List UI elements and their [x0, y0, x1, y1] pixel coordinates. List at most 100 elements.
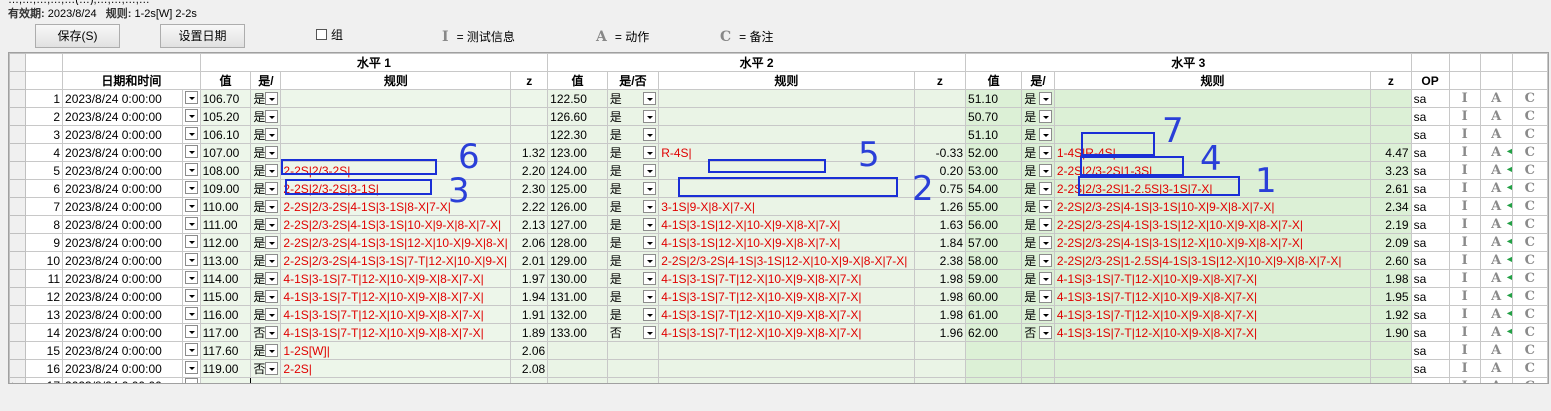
chevron-down-icon[interactable] [643, 146, 657, 159]
action-icon[interactable]: A [1491, 307, 1501, 322]
yesno-cell-2[interactable]: 是 [606, 197, 660, 216]
value-cell-1[interactable]: 112.00 [199, 233, 252, 252]
yesno-select-1[interactable]: 是 [253, 127, 279, 143]
info-icon-cell[interactable]: I [1448, 251, 1481, 270]
rule-cell-2[interactable]: 4-1S|3-1S|12-X|10-X|9-X|8-X|7-X| [658, 215, 915, 234]
op-cell[interactable]: sa [1410, 359, 1450, 378]
op-cell[interactable]: sa [1410, 323, 1450, 342]
chevron-down-icon[interactable] [265, 308, 279, 321]
col-yesno-2[interactable]: 是/否 [606, 71, 660, 90]
datetime-cell[interactable]: 2023/8/24 0:00:00 [62, 341, 183, 360]
yesno-select-2[interactable]: 是 [610, 289, 657, 305]
chevron-down-icon[interactable] [184, 198, 198, 212]
op-cell[interactable]: sa [1410, 233, 1450, 252]
op-cell[interactable]: sa [1410, 197, 1450, 216]
value-cell-1[interactable]: 114.00 [199, 269, 252, 288]
comment-icon[interactable]: C [1525, 235, 1535, 250]
yesno-select-1[interactable]: 否 [253, 361, 279, 377]
chevron-down-icon[interactable] [265, 254, 279, 267]
chevron-down-icon[interactable] [265, 218, 279, 231]
chevron-down-icon[interactable] [643, 128, 657, 141]
value-cell-2[interactable] [547, 341, 608, 360]
table-row[interactable]: 12 2023/8/24 0:00:00 115.00 是 4-1S|3-1S|7-T|… [9, 287, 1548, 306]
rule-cell-1[interactable]: 4-1S|3-1S|7-T|12-X|10-X|9-X|8-X|7-X| [280, 323, 512, 342]
rule-cell-1[interactable]: 2-2S|2/3-2S|4-1S|3-1S|7-T|12-X|10-X|9-X| [280, 251, 512, 270]
chevron-down-icon[interactable] [265, 182, 279, 195]
yesno-cell-2[interactable] [606, 359, 660, 378]
chevron-down-icon[interactable] [184, 90, 198, 104]
info-icon-cell[interactable]: I [1448, 359, 1481, 378]
chevron-down-icon[interactable] [1038, 236, 1052, 249]
comment-icon[interactable]: C [1525, 325, 1535, 340]
action-icon-cell[interactable]: A [1479, 341, 1513, 360]
action-icon-cell[interactable]: A◀ [1479, 287, 1513, 306]
yesno-select-1[interactable]: 否 [253, 325, 279, 341]
datetime-dropdown-cell[interactable] [181, 89, 201, 108]
yesno-select-1[interactable]: 是 [253, 235, 279, 251]
yesno-select-2[interactable]: 是 [610, 307, 657, 323]
value-cell-3[interactable]: 61.00 [965, 305, 1023, 324]
yesno-cell-3[interactable]: 是 [1021, 287, 1055, 306]
datetime-cell[interactable]: 2023/8/24 0:00:00 [62, 107, 183, 126]
datetime-cell[interactable]: 2023/8/24 0:00:00 [62, 197, 183, 216]
yesno-select-2[interactable]: 是 [610, 217, 657, 233]
chevron-down-icon[interactable] [265, 272, 279, 285]
info-icon-cell[interactable]: I [1448, 179, 1481, 198]
yesno-select-2[interactable]: 否 [610, 325, 657, 341]
table-row[interactable]: 3 2023/8/24 0:00:00 106.10 是 122.30 是 51.10 是 sa… [9, 125, 1548, 144]
row-header[interactable] [9, 305, 26, 324]
rule-cell-2[interactable] [658, 107, 915, 126]
row-header[interactable] [9, 323, 26, 342]
value-cell-1[interactable]: 115.00 [199, 287, 252, 306]
op-cell[interactable]: sa [1410, 161, 1450, 180]
action-icon-cell[interactable]: A [1479, 125, 1513, 144]
info-icon[interactable]: I [1462, 361, 1468, 376]
comment-icon[interactable]: C [1525, 199, 1535, 214]
datetime-dropdown-cell[interactable] [181, 269, 201, 288]
chevron-down-icon[interactable] [184, 144, 198, 158]
chevron-down-icon[interactable] [1038, 92, 1052, 105]
action-icon-cell[interactable]: A◀ [1479, 323, 1513, 342]
row-header[interactable] [9, 143, 26, 162]
row-header[interactable] [9, 179, 26, 198]
info-icon-cell[interactable]: I [1448, 89, 1481, 108]
chevron-down-icon[interactable] [1038, 200, 1052, 213]
yesno-cell-3[interactable]: 是 [1021, 143, 1055, 162]
yesno-select-2[interactable]: 是 [610, 127, 657, 143]
info-icon[interactable]: I [1462, 271, 1468, 286]
chevron-down-icon[interactable] [265, 128, 279, 141]
rule-cell-2[interactable] [658, 179, 915, 198]
chevron-down-icon[interactable] [1038, 290, 1052, 303]
yesno-select-2[interactable]: 是 [610, 163, 657, 179]
chevron-down-icon[interactable] [184, 360, 198, 374]
yesno-select-1[interactable]: 是 [253, 145, 279, 161]
rule-cell-1[interactable]: 2-2S|2/3-2S|4-1S|3-1S|8-X|7-X| [280, 197, 512, 216]
comment-icon-cell[interactable]: C [1511, 305, 1548, 324]
chevron-down-icon[interactable] [1038, 326, 1052, 339]
value-cell-2[interactable]: 126.60 [547, 107, 608, 126]
datetime-cell[interactable]: 2023/8/24 0:00:00 [62, 215, 183, 234]
info-icon[interactable]: I [1462, 343, 1468, 358]
value-cell-1[interactable]: 113.00 [199, 251, 252, 270]
row-header[interactable] [9, 125, 26, 144]
yesno-cell-1[interactable]: 是 [250, 215, 282, 234]
value-cell-3[interactable] [965, 377, 1023, 383]
value-cell-3[interactable]: 59.00 [965, 269, 1023, 288]
action-icon[interactable]: A [1491, 235, 1501, 250]
datetime-dropdown-cell[interactable] [181, 287, 201, 306]
datetime-dropdown-cell[interactable] [181, 161, 201, 180]
datetime-dropdown-cell[interactable] [181, 233, 201, 252]
info-icon-cell[interactable]: I [1448, 269, 1481, 288]
value-cell-2[interactable]: 122.30 [547, 125, 608, 144]
datetime-cell[interactable]: 2023/8/24 0:00:00 [62, 125, 183, 144]
yesno-cell-2[interactable]: 是 [606, 251, 660, 270]
datetime-cell[interactable]: 2023/8/24 0:00:00 [62, 233, 183, 252]
rule-cell-2[interactable]: 4-1S|3-1S|7-T|12-X|10-X|9-X|8-X|7-X| [658, 323, 915, 342]
yesno-select-3[interactable]: 是 [1024, 235, 1052, 251]
chevron-down-icon[interactable] [1038, 218, 1052, 231]
yesno-cell-1[interactable]: 是 [250, 233, 282, 252]
op-cell[interactable]: sa [1410, 251, 1450, 270]
yesno-select-1[interactable]: 是 [253, 91, 279, 107]
value-cell-3[interactable]: 54.00 [965, 179, 1023, 198]
op-cell[interactable]: sa [1410, 125, 1450, 144]
